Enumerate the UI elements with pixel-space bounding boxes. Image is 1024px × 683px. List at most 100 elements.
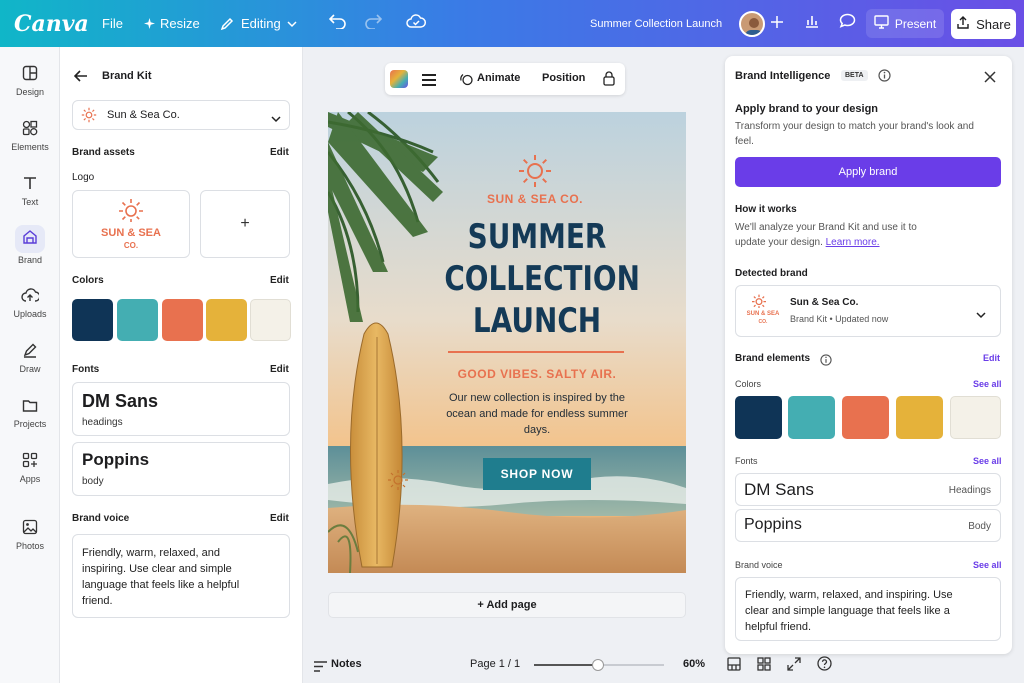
rail-item-brand[interactable]: Brand [0,225,60,265]
rail-item-photos[interactable]: Photos [0,519,60,551]
undo-button[interactable] [326,9,350,38]
color-swatch[interactable] [896,396,943,439]
resize-button[interactable]: Resize [144,0,200,47]
brand-elements-label: Brand elements [735,353,811,364]
fonts-label: Fonts [72,364,100,375]
rail-item-design[interactable]: Design [0,65,60,97]
design-page[interactable]: SUN & SEA CO. SUMMER COLLECTION LAUNCH G… [328,112,686,573]
shop-now-button[interactable]: SHOP NOW [483,458,591,490]
back-arrow-icon[interactable] [73,69,88,87]
position-button[interactable]: Position [542,72,585,84]
page-view-icon[interactable] [727,657,741,676]
colors-label: Colors [72,275,104,286]
cloud-save-button[interactable] [403,9,429,38]
color-swatch[interactable] [162,299,203,341]
present-button[interactable]: Present [866,9,944,38]
comment-icon [839,13,856,34]
font-card-headings[interactable]: DM Sans headings [72,382,290,436]
color-swatch[interactable] [842,396,889,439]
notes-button[interactable]: Notes [331,658,362,670]
grid-view-icon[interactable] [757,657,771,676]
file-menu[interactable]: File [102,0,123,47]
fonts-edit-link[interactable]: Edit [270,364,289,375]
help-icon[interactable] [817,656,832,676]
color-swatch[interactable] [950,396,1001,439]
color-swatch[interactable] [72,299,113,341]
learn-more-link[interactable]: Learn more. [826,237,880,248]
zoom-level[interactable]: 60% [683,658,705,670]
fonts-see-all-link[interactable]: See all [973,456,1002,466]
panel-title: Brand Kit [102,70,152,82]
apply-brand-button[interactable]: Apply brand [735,157,1001,187]
brand-voice-card[interactable]: Friendly, warm, relaxed, and inspiring. … [72,534,290,618]
font-role: headings [82,417,123,428]
comments-button[interactable] [833,9,861,38]
rail-item-apps[interactable]: Apps [0,452,60,484]
add-collaborator-button[interactable] [768,9,786,38]
design-headline[interactable]: SUMMER COLLECTION LAUNCH [444,216,640,342]
brand-voice-text: Friendly, warm, relaxed, and inspiring. … [82,547,240,607]
notes-icon[interactable] [314,659,327,677]
info-icon[interactable] [878,69,891,87]
line-weight-icon[interactable] [422,73,436,91]
rail-item-projects[interactable]: Projects [0,397,60,429]
logo-card[interactable]: SUN & SEA CO. [72,190,190,258]
design-brand-name[interactable]: SUN & SEA CO. [438,192,632,206]
kit-name: Sun & Sea Co. [107,109,180,121]
cloud-check-icon [406,13,426,34]
color-picker-icon[interactable] [390,70,408,88]
design-body-text[interactable]: Our new collection is inspired by the oc… [446,390,628,438]
add-page-button[interactable]: + Add page [328,592,686,618]
color-swatch[interactable] [117,299,158,341]
design-tagline[interactable]: GOOD VIBES. SALTY AIR. [428,367,646,381]
info-icon[interactable] [820,353,832,371]
insights-button[interactable] [798,9,826,38]
font-name: Poppins [744,516,802,533]
beach-background [328,112,686,573]
colors-label: Colors [735,379,762,389]
headline-line: COLLECTION [444,259,640,299]
brand-assets-edit-link[interactable]: Edit [270,147,289,158]
zoom-slider[interactable] [534,659,664,671]
avatar[interactable] [739,11,765,37]
brand-elements-edit-link[interactable]: Edit [983,353,1000,363]
zoom-slider-handle[interactable] [591,659,604,671]
font-row-headings[interactable]: DM Sans Headings [735,473,1001,506]
page-indicator[interactable]: Page 1 / 1 [470,658,520,670]
redo-button[interactable] [361,9,385,38]
rail-label: Elements [11,142,49,152]
color-swatch[interactable] [206,299,247,341]
color-swatch[interactable] [735,396,782,439]
color-swatch[interactable] [250,299,291,341]
kit-selector[interactable]: Sun & Sea Co. [72,100,290,130]
animate-icon [459,72,473,91]
side-rail: Design Elements Text Brand Uploads Draw … [0,47,60,683]
share-button[interactable]: Share [951,9,1016,39]
color-swatch[interactable] [788,396,835,439]
brand-voice-edit-link[interactable]: Edit [270,513,289,524]
close-icon[interactable] [984,70,996,88]
editing-dropdown[interactable]: Editing [219,0,297,47]
rail-label: Brand [17,255,43,265]
brand-voice-card[interactable]: Friendly, warm, relaxed, and inspiring. … [735,577,1001,641]
add-logo-button[interactable]: + [200,190,290,258]
animate-button[interactable]: Animate [477,72,520,84]
rail-item-uploads[interactable]: Uploads [0,287,60,319]
rail-item-draw[interactable]: Draw [0,342,60,374]
colors-see-all-link[interactable]: See all [973,379,1002,389]
detected-brand-card[interactable]: SUN & SEA CO. Sun & Sea Co. Brand Kit • … [735,285,1001,337]
rail-item-text[interactable]: Text [0,175,60,207]
font-row-body[interactable]: Poppins Body [735,509,1001,542]
text-icon [22,175,38,197]
lock-icon[interactable] [603,71,615,91]
canva-logo[interactable]: Canva [14,0,89,47]
document-title[interactable]: Summer Collection Launch [590,0,722,47]
brand-voice-see-all-link[interactable]: See all [973,560,1002,570]
rail-item-elements[interactable]: Elements [0,120,60,152]
fullscreen-icon[interactable] [787,657,801,676]
apply-description: Transform your design to match your bran… [735,121,974,147]
plus-icon: + [240,215,250,232]
font-card-body[interactable]: Poppins body [72,442,290,496]
colors-edit-link[interactable]: Edit [270,275,289,286]
chevron-down-icon [976,307,986,325]
